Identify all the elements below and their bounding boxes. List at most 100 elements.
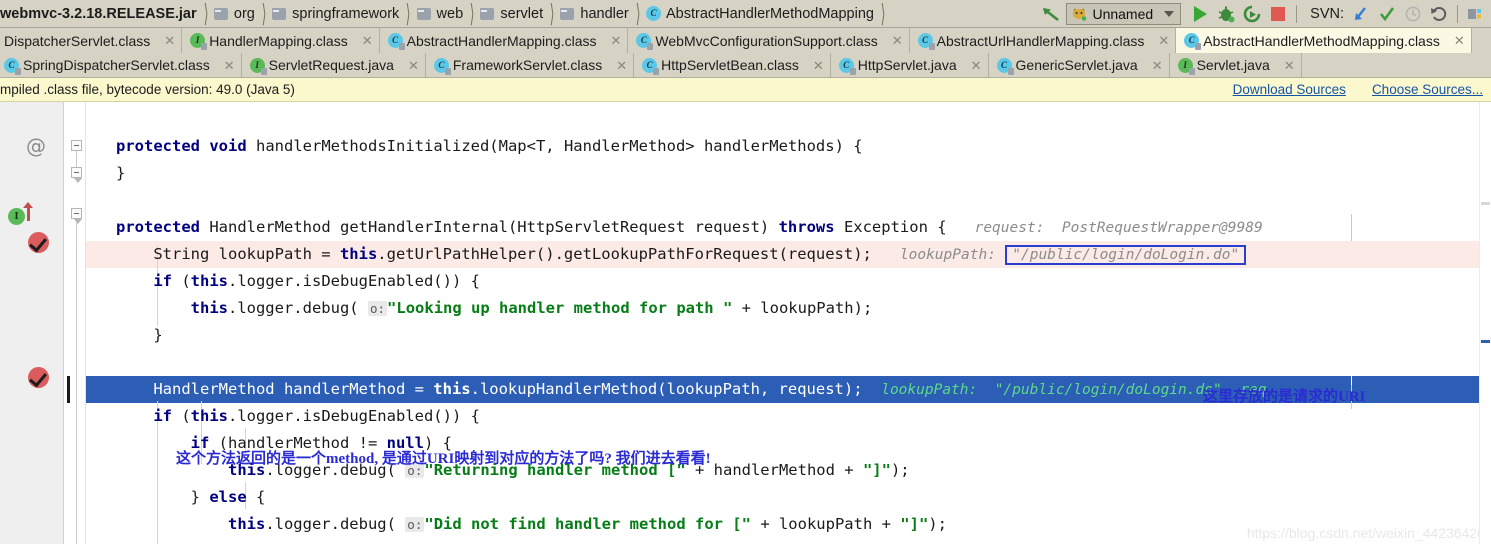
code-line[interactable]: this.logger.debug( o: "Looking up handler… — [0, 295, 1491, 322]
tab-AbstractHandlerMethodMapping[interactable]: C AbstractHandlerMethodMapping.class ✕ — [1176, 28, 1472, 53]
breadcrumb-item-org[interactable]: org — [210, 0, 260, 27]
code-string: "Did not find handler method for [" — [424, 515, 751, 533]
implementing-method-icon[interactable]: I — [8, 208, 25, 225]
code-line[interactable]: } else { — [0, 484, 1491, 511]
annotation-at-icon: @ — [26, 134, 46, 158]
close-icon[interactable]: ✕ — [408, 59, 419, 72]
code-text: ); — [928, 515, 947, 533]
class-icon: C — [642, 57, 660, 75]
close-icon[interactable]: ✕ — [1158, 34, 1169, 47]
breadcrumb-item-jar[interactable]: webmvc-3.2.18.RELEASE.jar — [0, 0, 202, 27]
overriding-arrow-icon[interactable] — [23, 202, 33, 221]
code-line[interactable]: } — [0, 322, 1491, 349]
code-line[interactable]: protected HandlerMethod getHandlerIntern… — [0, 214, 1491, 241]
tab-ServletRequest[interactable]: I ServletRequest.java ✕ — [241, 53, 426, 77]
tab-label: SpringDispatcherServlet.class — [23, 57, 210, 73]
interface-icon: I — [249, 57, 267, 75]
code-line[interactable]: } — [0, 160, 1491, 187]
tab-Servlet[interactable]: I Servlet.java ✕ — [1169, 53, 1302, 77]
run-configuration-selector[interactable]: Unnamed — [1066, 2, 1182, 25]
toolbar-divider — [1457, 4, 1458, 23]
breadcrumb-item-springframework[interactable]: springframework — [268, 0, 404, 27]
editor-tab-row-1: DispatcherServlet.class ✕ I HandlerMappi… — [0, 28, 1491, 53]
breadcrumb-separator-icon: ⟩ — [203, 1, 209, 28]
svn-history-button[interactable] — [1400, 1, 1426, 27]
tab-FrameworkServlet[interactable]: C FrameworkServlet.class ✕ — [425, 53, 635, 77]
inline-debug-hint: lookupPath: "/public/login/doLogin.do" — [881, 382, 1222, 398]
chevron-down-icon[interactable] — [1164, 10, 1175, 17]
class-icon: C — [996, 57, 1014, 75]
close-icon[interactable]: ✕ — [164, 34, 175, 47]
code-line-executing[interactable]: String lookupPath = this.getUrlPathHelpe… — [0, 241, 1491, 268]
debug-button[interactable] — [1213, 1, 1239, 27]
tab-SpringDispatcherServlet[interactable]: C SpringDispatcherServlet.class ✕ — [0, 53, 242, 77]
breakpoint-verified-icon[interactable] — [28, 367, 49, 388]
breadcrumb-item-servlet[interactable]: servlet — [476, 0, 548, 27]
code-line[interactable]: if (this.logger.isDebugEnabled()) { — [0, 403, 1491, 430]
close-icon[interactable]: ✕ — [813, 59, 824, 72]
close-icon[interactable]: ✕ — [1454, 34, 1465, 47]
debug-bug-icon — [1218, 6, 1235, 22]
code-line[interactable]: if (this.logger.isDebugEnabled()) { — [0, 268, 1491, 295]
folder-icon — [416, 7, 431, 20]
breadcrumb-item-handler[interactable]: handler — [556, 0, 633, 27]
tab-HttpServletBean[interactable]: C HttpServletBean.class ✕ — [634, 53, 831, 77]
close-icon[interactable]: ✕ — [611, 34, 622, 47]
breadcrumb-label: web — [436, 5, 464, 22]
code-editor[interactable]: @ I protected void handlerMethodsInitial… — [0, 102, 1491, 544]
fold-marker[interactable] — [71, 208, 82, 224]
class-icon: C — [1184, 33, 1202, 50]
history-clock-icon — [1405, 6, 1421, 21]
svn-revert-button[interactable] — [1426, 1, 1452, 27]
choose-sources-link[interactable]: Choose Sources... — [1372, 82, 1483, 97]
inline-debug-value[interactable]: "/public/login/doLogin.do" — [1005, 245, 1247, 265]
tab-GenericServlet[interactable]: C GenericServlet.java ✕ — [988, 53, 1170, 77]
close-icon[interactable]: ✕ — [616, 59, 627, 72]
tab-WebMvcConfigurationSupport[interactable]: C WebMvcConfigurationSupport.class ✕ — [628, 28, 910, 53]
tab-AbstractHandlerMapping[interactable]: C AbstractHandlerMapping.class ✕ — [379, 28, 629, 53]
breadcrumb-item-class[interactable]: C AbstractHandlerMethodMapping — [642, 0, 879, 27]
svn-commit-button[interactable] — [1374, 1, 1400, 27]
parameter-name-hint: o: — [405, 517, 425, 532]
svn-update-button[interactable] — [1348, 1, 1374, 27]
editor-gutter[interactable] — [0, 102, 64, 544]
tab-DispatcherServlet[interactable]: DispatcherServlet.class ✕ — [0, 28, 183, 53]
rerun-button[interactable] — [1239, 1, 1265, 27]
close-icon[interactable]: ✕ — [362, 34, 373, 47]
rerun-icon — [1243, 5, 1261, 22]
tab-HandlerMapping[interactable]: I HandlerMapping.class ✕ — [182, 28, 380, 53]
download-sources-link[interactable]: Download Sources — [1233, 82, 1346, 97]
intention-bulb-icon[interactable] — [93, 370, 106, 385]
fold-marker[interactable] — [71, 140, 82, 151]
close-icon[interactable]: ✕ — [971, 59, 982, 72]
revert-arrow-icon — [1431, 6, 1447, 21]
commit-check-icon — [1379, 6, 1395, 21]
code-line[interactable]: protected void handlerMethodsInitialized… — [0, 133, 1491, 160]
stop-button[interactable] — [1265, 1, 1291, 27]
close-icon[interactable]: ✕ — [1152, 59, 1163, 72]
scroll-marker[interactable] — [1481, 340, 1490, 343]
close-icon[interactable]: ✕ — [892, 34, 903, 47]
breadcrumb-label: handler — [580, 5, 629, 22]
code-text: if (this.logger.isDebugEnabled()) { — [153, 407, 480, 425]
code-text: } — [116, 326, 163, 344]
navigate-back-button[interactable] — [1038, 1, 1064, 27]
close-icon[interactable]: ✕ — [1284, 59, 1295, 72]
editor-scrollbar[interactable] — [1479, 102, 1491, 544]
code-text: + lookupPath + — [750, 515, 901, 533]
tab-AbstractUrlHandlerMapping[interactable]: C AbstractUrlHandlerMapping.class ✕ — [909, 28, 1177, 53]
breakpoint-verified-icon[interactable] — [28, 232, 49, 253]
project-structure-button[interactable] — [1463, 1, 1489, 27]
breadcrumb-item-web[interactable]: web — [413, 0, 469, 27]
code-content[interactable]: protected void handlerMethodsInitialized… — [0, 102, 1491, 544]
folder-icon — [272, 7, 287, 20]
fold-marker[interactable] — [71, 167, 82, 183]
run-button[interactable] — [1187, 1, 1213, 27]
folder-icon — [560, 7, 575, 20]
folder-icon — [480, 7, 495, 20]
interface-icon: I — [190, 33, 208, 50]
editor-tab-row-2: C SpringDispatcherServlet.class ✕ I Serv… — [0, 53, 1491, 78]
tab-HttpServlet[interactable]: C HttpServlet.java ✕ — [830, 53, 989, 77]
scroll-marker[interactable] — [1481, 202, 1490, 205]
close-icon[interactable]: ✕ — [224, 59, 235, 72]
